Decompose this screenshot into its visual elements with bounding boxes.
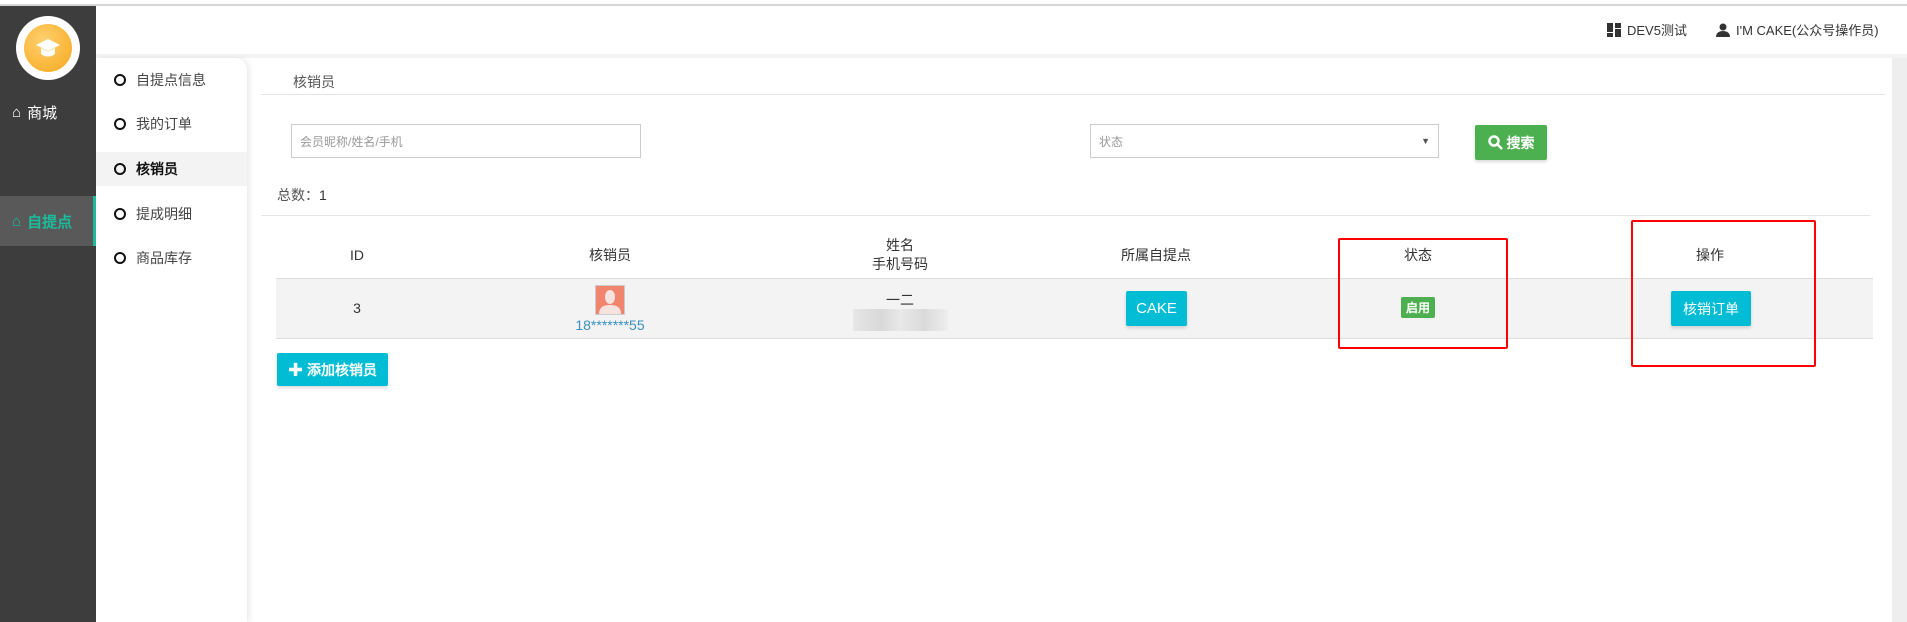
subnav-label: 核销员 (136, 161, 178, 177)
subnav-commission[interactable]: 提成明细 (96, 197, 247, 231)
nav-label: 自提点 (27, 213, 73, 231)
workspace-switcher[interactable]: DEV5测试 (1607, 20, 1687, 39)
subnav-pickup-info[interactable]: 自提点信息 (96, 63, 247, 97)
status-select[interactable]: 状态 ▼ (1090, 124, 1439, 158)
pickup-point-button[interactable]: CAKE (1126, 291, 1187, 326)
highlight-box-action (1631, 220, 1816, 367)
subnav-inventory[interactable]: 商品库存 (96, 241, 247, 275)
search-icon (1487, 135, 1503, 150)
nav-pickup-point[interactable]: ⌂ 自提点 (0, 196, 96, 246)
user-name: I'M CAKE(公众号操作员) (1736, 23, 1879, 38)
graduation-cap-icon (24, 24, 72, 72)
circle-icon (114, 118, 126, 130)
workspace-label: DEV5测试 (1627, 23, 1687, 38)
sub-sidebar: 自提点信息 我的订单 核销员 提成明细 商品库存 (96, 58, 247, 622)
window-top-border (0, 0, 1907, 6)
dashboard-icon (1607, 22, 1621, 37)
scrollbar[interactable] (1892, 58, 1907, 622)
header-name: 姓名 (886, 237, 914, 253)
home-icon: ⌂ (12, 103, 22, 121)
circle-icon (114, 163, 126, 175)
subnav-label: 提成明细 (136, 206, 192, 222)
subnav-my-orders[interactable]: 我的订单 (96, 107, 247, 141)
total-value: 1 (319, 187, 327, 203)
column-header-pickup-point: 所属自提点 (1121, 247, 1191, 263)
keyword-search-input[interactable]: 会员昵称/姓名/手机 (291, 124, 641, 158)
cell-phone-masked[interactable]: 18*******55 (575, 317, 644, 333)
column-header-name-phone: 姓名 手机号码 (872, 236, 928, 274)
circle-icon (114, 208, 126, 220)
plus-icon: ✚ (287, 359, 304, 380)
avatar (595, 285, 625, 315)
column-header-id: ID (350, 247, 364, 263)
circle-icon (114, 74, 126, 86)
add-verifier-button[interactable]: ✚ 添加核销员 (277, 353, 388, 386)
header-phone: 手机号码 (872, 256, 928, 272)
subnav-label: 商品库存 (136, 250, 192, 266)
blurred-phone (853, 309, 948, 331)
subnav-verifiers[interactable]: 核销员 (96, 152, 247, 186)
placeholder: 状态 (1099, 134, 1124, 149)
placeholder: 会员昵称/姓名/手机 (300, 134, 403, 149)
divider (261, 215, 1870, 216)
circle-icon (114, 252, 126, 264)
total-label: 总数： (277, 187, 319, 203)
caret-down-icon: ▼ (1421, 136, 1430, 146)
highlight-box-status (1338, 238, 1508, 349)
column-header-verifier: 核销员 (589, 247, 631, 263)
breadcrumb: 核销员 (293, 74, 335, 90)
nav-mall[interactable]: ⌂ 商城 (0, 88, 96, 136)
cell-name: 一二 (886, 292, 914, 308)
search-label: 搜索 (1506, 134, 1535, 151)
subnav-label: 我的订单 (136, 116, 192, 132)
home-icon: ⌂ (12, 212, 22, 230)
search-button[interactable]: 搜索 (1475, 125, 1547, 160)
user-icon (1716, 23, 1730, 37)
subnav-label: 自提点信息 (136, 72, 206, 88)
add-verifier-label: 添加核销员 (307, 361, 378, 378)
app-logo[interactable] (16, 16, 80, 80)
nav-label: 商城 (27, 104, 58, 122)
divider (261, 94, 1885, 95)
user-menu[interactable]: I'M CAKE(公众号操作员) (1716, 20, 1879, 39)
cell-id: 3 (353, 300, 361, 316)
total-count: 总数：1 (277, 185, 327, 205)
